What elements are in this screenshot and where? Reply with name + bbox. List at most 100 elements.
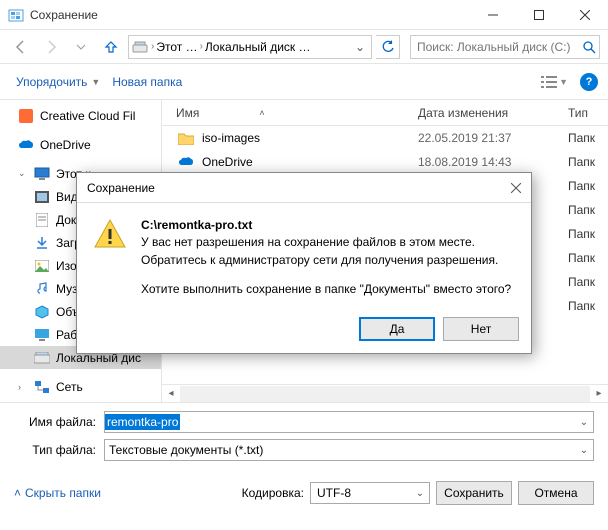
file-type: Папк xyxy=(568,131,608,145)
cancel-button[interactable]: Отмена xyxy=(518,481,594,505)
forward-button[interactable] xyxy=(38,34,64,60)
window-title: Сохранение xyxy=(30,8,470,22)
sidebar-item-label: OneDrive xyxy=(40,138,91,152)
hide-folders-button[interactable]: ˄Скрыть папки xyxy=(14,486,101,500)
filetype-label: Тип файла: xyxy=(14,443,104,457)
drive-icon xyxy=(34,350,50,366)
horizontal-scrollbar[interactable]: ◂ ▸ xyxy=(162,384,608,402)
column-name[interactable]: Имя xyxy=(176,106,199,120)
app-icon xyxy=(8,7,24,23)
filename-history-dropdown[interactable]: ⌄ xyxy=(575,417,593,428)
file-type: Папк xyxy=(568,251,608,265)
chevron-right-icon: › xyxy=(151,41,154,52)
scroll-right-arrow[interactable]: ▸ xyxy=(590,388,608,399)
file-type: Папк xyxy=(568,299,608,313)
search-input[interactable] xyxy=(411,40,578,54)
new-folder-button[interactable]: Новая папка xyxy=(106,71,188,93)
expand-icon[interactable]: › xyxy=(18,382,28,392)
save-button[interactable]: Сохранить xyxy=(436,481,512,505)
dialog-titlebar: Сохранение xyxy=(77,173,531,203)
organize-button[interactable]: Упорядочить▼ xyxy=(10,71,106,93)
expand-icon[interactable]: ⌄ xyxy=(18,168,28,179)
dialog-line: Обратитесь к администратору сети для пол… xyxy=(141,252,511,269)
maximize-button[interactable] xyxy=(516,0,562,30)
up-button[interactable] xyxy=(98,34,124,60)
column-headers: Имя ˄ Дата изменения Тип xyxy=(162,100,608,126)
video-icon xyxy=(34,189,50,205)
encoding-dropdown[interactable]: ⌄ xyxy=(411,488,429,499)
sidebar-item-label: Creative Cloud Fil xyxy=(40,109,135,123)
warning-icon xyxy=(93,217,127,251)
filetype-value: Текстовые документы (*.txt) xyxy=(105,443,263,457)
minimize-button[interactable] xyxy=(470,0,516,30)
scroll-left-arrow[interactable]: ◂ xyxy=(162,388,180,399)
column-type[interactable]: Тип xyxy=(568,106,608,120)
filetype-field[interactable]: Текстовые документы (*.txt) ⌄ xyxy=(104,439,594,461)
search-box[interactable] xyxy=(410,35,600,59)
file-type: Папк xyxy=(568,203,608,217)
dialog-line: Хотите выполнить сохранение в папке "Док… xyxy=(141,281,511,298)
file-date: 18.08.2019 14:43 xyxy=(418,155,568,169)
column-date[interactable]: Дата изменения xyxy=(418,106,568,120)
view-options-button[interactable]: ▼ xyxy=(541,75,568,89)
command-toolbar: Упорядочить▼ Новая папка ▼ ? xyxy=(0,64,608,100)
creative-cloud-icon xyxy=(18,108,34,124)
network-icon xyxy=(34,379,50,395)
dialog-line: У вас нет разрешения на сохранение файло… xyxy=(141,234,511,251)
sidebar-item-creative-cloud[interactable]: Creative Cloud Fil xyxy=(0,104,161,127)
file-type: Папк xyxy=(568,275,608,289)
file-type: Папк xyxy=(568,227,608,241)
file-type: Папк xyxy=(568,179,608,193)
chevron-right-icon: › xyxy=(200,41,203,52)
address-bar[interactable]: › Этот … › Локальный диск … ⌄ xyxy=(128,35,372,59)
sidebar-item-network[interactable]: › Сеть xyxy=(0,375,161,398)
dialog-message: C:\remontka-pro.txt У вас нет разрешения… xyxy=(141,217,511,299)
dialog-yes-button[interactable]: Да xyxy=(359,317,435,341)
scroll-track[interactable] xyxy=(180,386,590,402)
dialog-no-button[interactable]: Нет xyxy=(443,317,519,341)
sidebar-item-label: Док xyxy=(56,213,76,227)
address-history-dropdown[interactable]: ⌄ xyxy=(351,40,369,54)
nav-toolbar: › Этот … › Локальный диск … ⌄ xyxy=(0,30,608,64)
permission-dialog: Сохранение C:\remontka-pro.txt У вас нет… xyxy=(76,172,532,354)
sidebar-item-label: Сеть xyxy=(56,380,83,394)
search-icon[interactable] xyxy=(578,40,599,54)
titlebar: Сохранение xyxy=(0,0,608,30)
encoding-field[interactable]: UTF-8 ⌄ xyxy=(310,482,430,504)
documents-icon xyxy=(34,212,50,228)
dialog-path: C:\remontka-pro.txt xyxy=(141,217,511,234)
images-icon xyxy=(34,258,50,274)
encoding-value: UTF-8 xyxy=(317,486,351,500)
file-type: Папк xyxy=(568,155,608,169)
dialog-title: Сохранение xyxy=(87,181,155,195)
table-row[interactable]: iso-images 22.05.2019 21:37Папк xyxy=(162,126,608,150)
objects-icon xyxy=(34,304,50,320)
file-icon xyxy=(178,130,194,146)
sidebar-item-onedrive[interactable]: OneDrive xyxy=(0,133,161,156)
cloud-icon xyxy=(18,137,34,153)
help-button[interactable]: ? xyxy=(580,73,598,91)
pc-icon xyxy=(34,166,50,182)
sort-indicator-icon: ˄ xyxy=(259,108,264,118)
breadcrumb-seg[interactable]: Этот … xyxy=(156,40,197,54)
filename-value[interactable]: remontka-pro xyxy=(105,414,180,430)
back-button[interactable] xyxy=(8,34,34,60)
save-form: Имя файла: remontka-pro ⌄ Тип файла: Тек… xyxy=(0,402,608,471)
chevron-up-icon: ˄ xyxy=(14,486,21,500)
recent-dropdown[interactable] xyxy=(68,34,94,60)
breadcrumb-seg[interactable]: Локальный диск … xyxy=(205,40,311,54)
file-date: 22.05.2019 21:37 xyxy=(418,131,568,145)
sidebar-item-label: Изо xyxy=(56,259,77,273)
downloads-icon xyxy=(34,235,50,251)
filetype-dropdown[interactable]: ⌄ xyxy=(575,445,593,456)
refresh-button[interactable] xyxy=(376,35,400,59)
close-button[interactable] xyxy=(562,0,608,30)
filename-field[interactable]: remontka-pro ⌄ xyxy=(104,411,594,433)
drive-icon xyxy=(131,38,149,56)
table-row[interactable]: OneDrive 18.08.2019 14:43Папк xyxy=(162,150,608,174)
music-icon xyxy=(34,281,50,297)
file-name: OneDrive xyxy=(202,155,253,169)
file-name: iso-images xyxy=(202,131,260,145)
filename-label: Имя файла: xyxy=(14,415,104,429)
dialog-close-button[interactable] xyxy=(511,183,521,193)
